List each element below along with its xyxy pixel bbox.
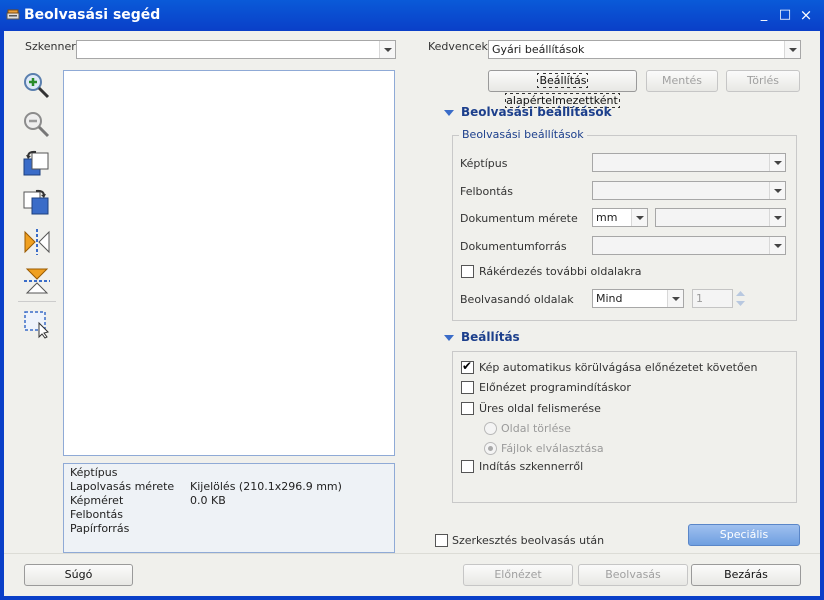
blank-page-detect-checkbox[interactable] bbox=[461, 402, 474, 415]
stepper-arrows-icon[interactable] bbox=[735, 289, 746, 308]
info-value-scan-size: Kijelölés (210.1x296.9 mm) bbox=[190, 480, 342, 493]
pages-count-value: 1 bbox=[696, 292, 703, 305]
info-value-image-size: 0.0 KB bbox=[190, 494, 226, 507]
chevron-down-icon bbox=[769, 154, 785, 171]
auto-crop-checkbox[interactable] bbox=[461, 359, 474, 374]
close-window-button[interactable]: × bbox=[798, 7, 814, 23]
info-label-image-type: Képtípus bbox=[70, 466, 118, 479]
scan-assistant-window: Beolvasási segéd _ □ × Szkenner Képtípus… bbox=[0, 0, 824, 600]
doc-size-label: Dokumentum mérete bbox=[460, 212, 578, 225]
resolution-label: Felbontás bbox=[460, 185, 514, 198]
set-default-button[interactable]: Beállítás alapértelmezettként bbox=[488, 70, 637, 108]
doc-size-unit-dropdown[interactable]: mm bbox=[592, 208, 648, 227]
preview-on-start-label: Előnézet programindításkor bbox=[479, 381, 631, 394]
zoom-out-icon[interactable] bbox=[22, 110, 52, 140]
rotate-right-icon[interactable] bbox=[22, 188, 52, 218]
blank-page-detect-label: Üres oldal felismerése bbox=[479, 402, 601, 415]
image-type-dropdown[interactable] bbox=[592, 153, 786, 172]
preview-button[interactable]: Előnézet bbox=[463, 564, 573, 586]
start-from-scanner-label: Indítás szkennerről bbox=[479, 460, 584, 473]
help-button[interactable]: Súgó bbox=[24, 564, 133, 586]
pages-count-stepper[interactable]: 1 bbox=[692, 289, 746, 308]
toolbar-divider bbox=[18, 301, 56, 302]
start-from-scanner-checkbox[interactable] bbox=[461, 460, 474, 473]
info-label-paper-source: Papírforrás bbox=[70, 522, 130, 535]
image-type-label: Képtípus bbox=[460, 157, 508, 170]
doc-size-dropdown[interactable] bbox=[655, 208, 786, 227]
pages-dropdown[interactable]: Mind bbox=[592, 289, 684, 308]
zoom-in-icon[interactable] bbox=[22, 71, 52, 101]
chevron-down-icon bbox=[769, 209, 785, 226]
scanner-dropdown[interactable] bbox=[76, 40, 396, 59]
prompt-more-pages-checkbox[interactable] bbox=[461, 265, 474, 278]
scan-info-panel: Képtípus Lapolvasás mérete Kijelölés (21… bbox=[63, 463, 395, 553]
chevron-down-icon bbox=[769, 182, 785, 199]
edit-after-scan-label: Szerkesztés beolvasás után bbox=[452, 534, 605, 547]
info-label-image-size: Képméret bbox=[70, 494, 124, 507]
dialog-body: Szkenner Képtípus Lapolvasás mérete Kije… bbox=[4, 31, 820, 596]
scan-settings-header[interactable]: Beolvasási beállítások bbox=[461, 105, 612, 119]
maximize-button[interactable]: □ bbox=[777, 7, 793, 23]
info-label-scan-size: Lapolvasás mérete bbox=[70, 480, 175, 493]
rotate-left-icon[interactable] bbox=[22, 149, 52, 179]
split-files-radio[interactable] bbox=[484, 442, 497, 455]
title-bar[interactable]: Beolvasási segéd _ □ × bbox=[0, 0, 824, 31]
doc-source-label: Dokumentumforrás bbox=[460, 240, 567, 253]
settings-header[interactable]: Beállítás bbox=[461, 330, 520, 344]
preview-on-start-checkbox[interactable] bbox=[461, 381, 474, 394]
set-default-label: Beállítás alapértelmezettként bbox=[505, 73, 620, 108]
doc-source-dropdown[interactable] bbox=[592, 236, 786, 255]
window-title: Beolvasási segéd bbox=[24, 7, 161, 23]
edit-after-scan-checkbox[interactable] bbox=[435, 534, 448, 547]
split-files-label: Fájlok elválasztása bbox=[501, 442, 604, 455]
scan-button[interactable]: Beolvasás bbox=[578, 564, 688, 586]
collapse-arrow-icon[interactable] bbox=[444, 110, 454, 116]
chevron-down-icon bbox=[784, 41, 800, 58]
chevron-down-icon bbox=[667, 290, 683, 307]
flip-horizontal-icon[interactable] bbox=[22, 227, 52, 257]
selection-icon[interactable] bbox=[22, 309, 52, 339]
preview-area[interactable] bbox=[63, 70, 395, 456]
flip-vertical-icon[interactable] bbox=[22, 266, 52, 296]
pages-value: Mind bbox=[596, 292, 623, 305]
resolution-dropdown[interactable] bbox=[592, 181, 786, 200]
chevron-down-icon bbox=[631, 209, 647, 226]
favorites-label: Kedvencek bbox=[428, 40, 488, 53]
pages-count-field[interactable]: 1 bbox=[692, 289, 733, 308]
save-preset-button[interactable]: Mentés bbox=[646, 70, 718, 92]
scanner-label: Szkenner bbox=[25, 40, 76, 53]
scanner-app-icon bbox=[6, 9, 20, 20]
doc-size-unit-value: mm bbox=[596, 211, 618, 224]
auto-crop-label: Kép automatikus körülvágása előnézetet k… bbox=[479, 361, 758, 374]
special-button[interactable]: Speciális bbox=[688, 524, 800, 546]
delete-preset-button[interactable]: Törlés bbox=[726, 70, 800, 92]
delete-page-radio[interactable] bbox=[484, 422, 497, 435]
pages-label: Beolvasandó oldalak bbox=[460, 293, 574, 306]
close-button[interactable]: Bezárás bbox=[691, 564, 801, 586]
collapse-arrow-icon[interactable] bbox=[444, 335, 454, 341]
favorites-dropdown[interactable]: Gyári beállítások bbox=[488, 40, 801, 59]
prompt-more-pages-label: Rákérdezés további oldalakra bbox=[479, 265, 642, 278]
chevron-down-icon bbox=[769, 237, 785, 254]
favorites-value: Gyári beállítások bbox=[492, 43, 585, 56]
scan-settings-group-title: Beolvasási beállítások bbox=[459, 128, 587, 141]
minimize-button[interactable]: _ bbox=[756, 7, 772, 23]
chevron-down-icon bbox=[379, 41, 395, 58]
delete-page-label: Oldal törlése bbox=[501, 422, 571, 435]
info-label-resolution: Felbontás bbox=[70, 508, 124, 521]
footer-divider bbox=[4, 553, 820, 554]
